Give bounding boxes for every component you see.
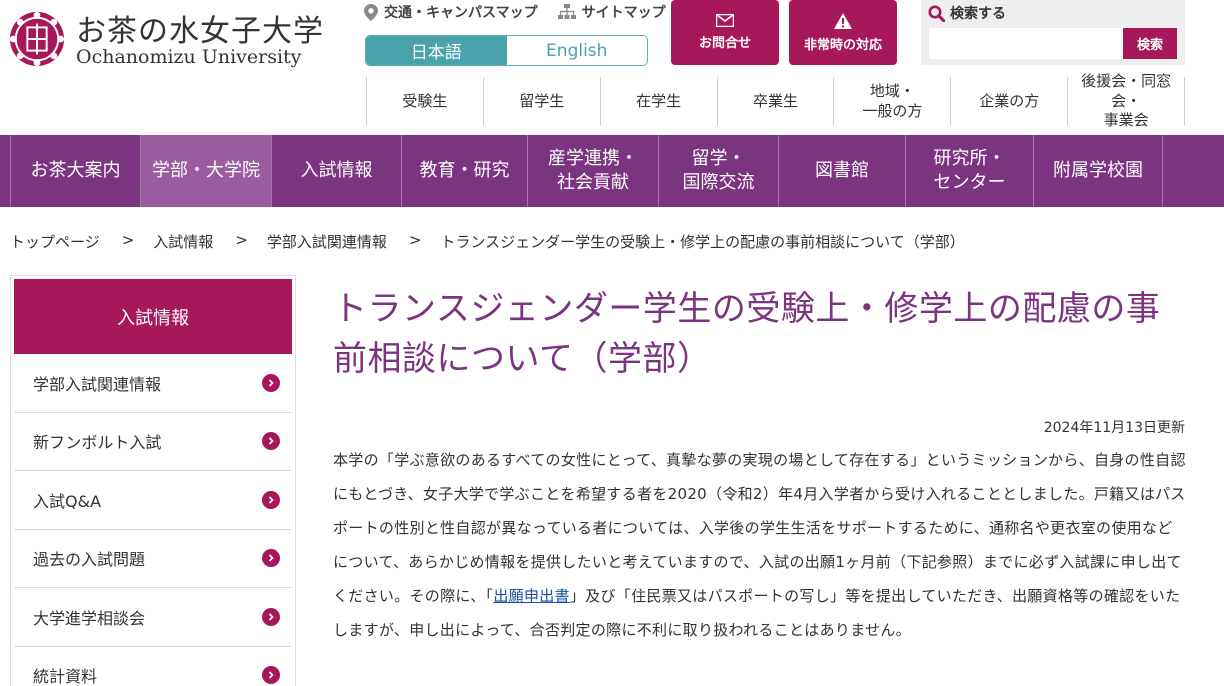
updated-date: 2024年11月13日更新 xyxy=(1043,420,1185,436)
gnav-attached-schools[interactable]: 附属学校園 xyxy=(1033,135,1163,207)
sidebar-item-statistics[interactable]: 統計資料 xyxy=(14,647,292,686)
sidebar-item-label: 新フンボルト入試 xyxy=(33,433,162,453)
language-switch: 日本語 English xyxy=(365,35,648,66)
sitemap-icon xyxy=(557,4,576,19)
emergency-button[interactable]: 非常時の対応 xyxy=(789,0,897,65)
mail-icon xyxy=(716,14,734,27)
logo-japanese-name: お茶の水女子大学 xyxy=(76,14,324,49)
sidebar-item-label: 統計資料 xyxy=(33,667,98,686)
sidebar-item-faq[interactable]: 入試Q&A xyxy=(14,471,292,530)
sidebar-item-label: 過去の入試問題 xyxy=(33,550,146,570)
access-map-label: 交通・キャンパスマップ xyxy=(384,5,538,21)
gnav-industry-collaboration[interactable]: 産学連携・ 社会貢献 xyxy=(527,135,658,207)
gnav-institutes[interactable]: 研究所・ センター xyxy=(905,135,1033,207)
sidebar-item-label: 大学進学相談会 xyxy=(33,608,146,628)
audience-alumni[interactable]: 卒業生 xyxy=(718,77,835,126)
sidebar-item-label: 入試Q&A xyxy=(33,491,102,511)
global-nav: お茶大案内 学部・大学院 入試情報 教育・研究 産学連携・ 社会貢献 留学・ 国… xyxy=(0,135,1224,207)
gnav-about[interactable]: お茶大案内 xyxy=(10,135,140,207)
university-logo[interactable]: お茶の水女子大学 Ochanomizu University xyxy=(8,8,323,70)
audience-current-students[interactable]: 在学生 xyxy=(601,77,718,126)
breadcrumb-separator: > xyxy=(408,231,422,249)
search-button[interactable]: 検索 xyxy=(1123,28,1177,59)
sidebar-item-humboldt[interactable]: 新フンボルト入試 xyxy=(14,413,292,471)
chevron-right-icon xyxy=(262,490,280,509)
gnav-admissions[interactable]: 入試情報 xyxy=(271,135,401,207)
audience-community[interactable]: 地域・ 一般の方 xyxy=(834,77,952,126)
audience-international-students[interactable]: 留学生 xyxy=(484,77,601,126)
breadcrumb-separator: > xyxy=(235,231,248,249)
sidebar-item-undergrad-admissions[interactable]: 学部入試関連情報 xyxy=(14,354,292,413)
chevron-right-icon xyxy=(262,432,280,451)
breadcrumb-item-current: トランスジェンダー学生の受験上・修学上の配慮の事前相談について（学部） xyxy=(440,233,965,251)
breadcrumb-item-admissions[interactable]: 入試情報 xyxy=(153,231,213,252)
breadcrumb-item-undergrad-admissions[interactable]: 学部入試関連情報 xyxy=(267,231,387,252)
sidebar-item-past-exams[interactable]: 過去の入試問題 xyxy=(14,530,292,588)
map-pin-icon xyxy=(364,3,378,21)
search-label: 検索する xyxy=(950,6,1006,22)
audience-applicants[interactable]: 受験生 xyxy=(367,77,484,126)
sidebar-list: 学部入試関連情報 新フンボルト入試 入試Q&A 過去の入試問題 大学進学相談会 … xyxy=(14,354,292,686)
sidebar-item-consultation[interactable]: 大学進学相談会 xyxy=(14,588,292,647)
contact-label: お問合せ xyxy=(698,36,751,51)
warning-icon xyxy=(834,12,852,29)
sitemap-label: サイトマップ xyxy=(581,5,666,21)
gnav-international[interactable]: 留学・ 国際交流 xyxy=(658,135,778,207)
logo-english-name: Ochanomizu University xyxy=(76,46,302,68)
chevron-right-icon xyxy=(262,666,280,685)
search-box: 検索する 検索 xyxy=(921,0,1185,65)
gnav-library[interactable]: 図書館 xyxy=(778,135,905,207)
page-title: トランスジェンダー学生の受験上・修学上の配慮の事前相談について（学部） xyxy=(333,289,1161,379)
utility-links: 交通・キャンパスマップ サイトマップ xyxy=(364,2,666,22)
language-japanese-button[interactable]: 日本語 xyxy=(366,36,507,65)
body-paragraph: 本学の「学ぶ意欲のあるすべての女性にとって、真摯な夢の実現の場として存在する」と… xyxy=(333,443,1186,647)
sidebar-item-label: 学部入試関連情報 xyxy=(33,374,162,394)
access-map-link[interactable]: 交通・キャンパスマップ xyxy=(364,2,538,22)
language-english-button[interactable]: English xyxy=(506,36,647,65)
sitemap-link[interactable]: サイトマップ xyxy=(557,2,666,22)
search-icon xyxy=(928,5,945,22)
gnav-faculties[interactable]: 学部・大学院 xyxy=(140,135,271,207)
search-heading: 検索する xyxy=(928,3,1006,23)
application-form-link[interactable]: 出願申出書 xyxy=(493,587,570,605)
contact-button[interactable]: お問合せ xyxy=(671,0,779,65)
gnav-education-research[interactable]: 教育・研究 xyxy=(401,135,527,207)
breadcrumb-separator: > xyxy=(121,231,135,249)
university-crest-icon xyxy=(9,11,65,67)
sidebar-title[interactable]: 入試情報 xyxy=(14,279,292,354)
audience-companies[interactable]: 企業の方 xyxy=(951,77,1069,126)
breadcrumb: トップページ > 入試情報 > 学部入試関連情報 > トランスジェンダー学生の受… xyxy=(10,231,965,252)
search-input[interactable] xyxy=(929,28,1123,59)
chevron-right-icon xyxy=(262,373,280,392)
chevron-right-icon xyxy=(262,607,280,626)
emergency-label: 非常時の対応 xyxy=(803,37,882,53)
audience-nav: 受験生 留学生 在学生 卒業生 地域・ 一般の方 企業の方 後援会・同窓会・ 事… xyxy=(366,72,1186,129)
breadcrumb-item-top[interactable]: トップページ xyxy=(10,231,100,252)
chevron-right-icon xyxy=(262,549,280,568)
sidebar: 入試情報 学部入試関連情報 新フンボルト入試 入試Q&A 過去の入試問題 大学進… xyxy=(10,275,296,686)
audience-supporters[interactable]: 後援会・同窓会・ 事業会 xyxy=(1068,72,1186,129)
body-text-before-link: 本学の「学ぶ意欲のあるすべての女性にとって、真摯な夢の実現の場として存在する」と… xyxy=(333,451,1186,605)
